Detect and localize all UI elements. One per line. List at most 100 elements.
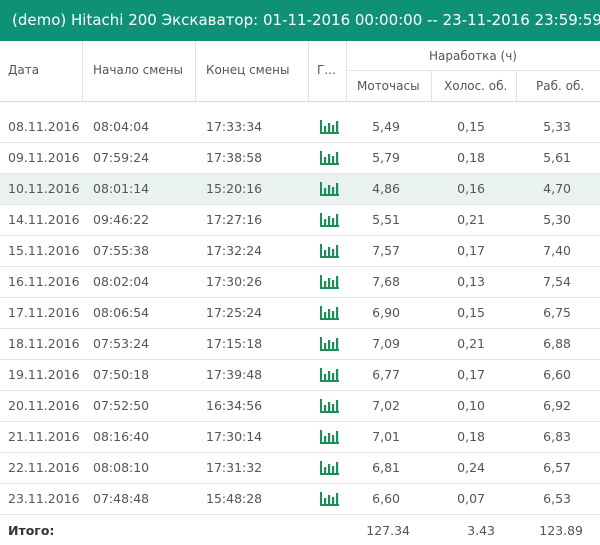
- cell-work: 7,54: [543, 274, 571, 289]
- column-divider: [308, 41, 309, 101]
- cell-start: 07:59:24: [93, 150, 150, 165]
- cell-end: 17:30:14: [206, 429, 263, 444]
- cell-start: 08:02:04: [93, 274, 150, 289]
- cell-work: 6,57: [543, 460, 571, 475]
- bar-chart-icon[interactable]: [319, 244, 339, 258]
- col-header-idle[interactable]: Холос. об.: [444, 79, 507, 93]
- bar-chart-icon[interactable]: [319, 461, 339, 475]
- cell-start: 07:53:24: [93, 336, 150, 351]
- cell-start: 07:48:48: [93, 491, 150, 506]
- cell-date: 15.11.2016: [8, 243, 80, 258]
- table-row[interactable]: 19.11.2016 07:50:18 17:39:48 6,77 0,17 6…: [0, 360, 600, 391]
- total-work: 123.89: [539, 523, 583, 538]
- table-row[interactable]: 14.11.2016 09:46:22 17:27:16 5,51 0,21 5…: [0, 205, 600, 236]
- total-row: Итого: 127.34 3.43 123.89: [0, 516, 600, 545]
- cell-date: 20.11.2016: [8, 398, 80, 413]
- cell-date: 17.11.2016: [8, 305, 80, 320]
- table-row[interactable]: 15.11.2016 07:55:38 17:32:24 7,57 0,17 7…: [0, 236, 600, 267]
- cell-moto: 7,02: [372, 398, 400, 413]
- bar-chart-icon[interactable]: [319, 399, 339, 413]
- cell-start: 07:55:38: [93, 243, 150, 258]
- cell-date: 22.11.2016: [8, 460, 80, 475]
- col-header-start[interactable]: Начало смены: [93, 63, 183, 77]
- cell-date: 09.11.2016: [8, 150, 80, 165]
- col-group-header-operating-hours: Наработка (ч): [429, 49, 517, 63]
- bar-chart-icon[interactable]: [319, 492, 339, 506]
- bar-chart-icon[interactable]: [319, 120, 339, 134]
- col-header-work[interactable]: Раб. об.: [536, 79, 584, 93]
- bar-chart-icon[interactable]: [319, 430, 339, 444]
- col-header-date[interactable]: Дата: [8, 63, 39, 77]
- cell-idle: 0,15: [457, 305, 485, 320]
- cell-start: 08:16:40: [93, 429, 150, 444]
- table-body: 08.11.2016 08:04:04 17:33:34 5,49 0,15 5…: [0, 112, 600, 515]
- cell-end: 17:39:48: [206, 367, 263, 382]
- cell-end: 15:20:16: [206, 181, 263, 196]
- bar-chart-icon[interactable]: [319, 306, 339, 320]
- table-row[interactable]: 09.11.2016 07:59:24 17:38:58 5,79 0,18 5…: [0, 143, 600, 174]
- cell-start: 07:50:18: [93, 367, 150, 382]
- table-row[interactable]: 18.11.2016 07:53:24 17:15:18 7,09 0,21 6…: [0, 329, 600, 360]
- cell-moto: 4,86: [372, 181, 400, 196]
- cell-moto: 6,81: [372, 460, 400, 475]
- col-header-end[interactable]: Конец смены: [206, 63, 289, 77]
- cell-date: 16.11.2016: [8, 274, 80, 289]
- column-divider: [82, 41, 83, 101]
- cell-date: 10.11.2016: [8, 181, 80, 196]
- cell-date: 21.11.2016: [8, 429, 80, 444]
- cell-end: 16:34:56: [206, 398, 263, 413]
- cell-work: 6,83: [543, 429, 571, 444]
- cell-end: 17:15:18: [206, 336, 263, 351]
- bar-chart-icon[interactable]: [319, 368, 339, 382]
- cell-work: 5,33: [543, 119, 571, 134]
- cell-start: 08:01:14: [93, 181, 150, 196]
- cell-work: 6,88: [543, 336, 571, 351]
- cell-end: 17:30:26: [206, 274, 263, 289]
- column-divider: [431, 71, 432, 101]
- table-row[interactable]: 22.11.2016 08:08:10 17:31:32 6,81 0,24 6…: [0, 453, 600, 484]
- bar-chart-icon[interactable]: [319, 337, 339, 351]
- table-row[interactable]: 23.11.2016 07:48:48 15:48:28 6,60 0,07 6…: [0, 484, 600, 515]
- total-idle: 3.43: [467, 523, 495, 538]
- table-row[interactable]: 10.11.2016 08:01:14 15:20:16 4,86 0,16 4…: [0, 174, 600, 205]
- table-row[interactable]: 17.11.2016 08:06:54 17:25:24 6,90 0,15 6…: [0, 298, 600, 329]
- cell-start: 08:06:54: [93, 305, 150, 320]
- cell-idle: 0,21: [457, 212, 485, 227]
- cell-idle: 0,18: [457, 429, 485, 444]
- cell-end: 17:27:16: [206, 212, 263, 227]
- cell-date: 08.11.2016: [8, 119, 80, 134]
- cell-idle: 0,17: [457, 367, 485, 382]
- cell-moto: 5,49: [372, 119, 400, 134]
- cell-work: 4,70: [543, 181, 571, 196]
- table-row[interactable]: 08.11.2016 08:04:04 17:33:34 5,49 0,15 5…: [0, 112, 600, 143]
- cell-idle: 0,18: [457, 150, 485, 165]
- cell-work: 5,30: [543, 212, 571, 227]
- cell-end: 17:31:32: [206, 460, 263, 475]
- cell-idle: 0,24: [457, 460, 485, 475]
- table-header: Дата Начало смены Конец смены Г... Нараб…: [0, 41, 600, 102]
- cell-work: 5,61: [543, 150, 571, 165]
- cell-idle: 0,07: [457, 491, 485, 506]
- table-row[interactable]: 20.11.2016 07:52:50 16:34:56 7,02 0,10 6…: [0, 391, 600, 422]
- cell-work: 6,75: [543, 305, 571, 320]
- table-row[interactable]: 16.11.2016 08:02:04 17:30:26 7,68 0,13 7…: [0, 267, 600, 298]
- cell-date: 14.11.2016: [8, 212, 80, 227]
- col-header-chart[interactable]: Г...: [317, 63, 336, 77]
- col-header-moto[interactable]: Моточасы: [357, 79, 420, 93]
- table-row[interactable]: 21.11.2016 08:16:40 17:30:14 7,01 0,18 6…: [0, 422, 600, 453]
- bar-chart-icon[interactable]: [319, 151, 339, 165]
- bar-chart-icon[interactable]: [319, 213, 339, 227]
- bar-chart-icon[interactable]: [319, 275, 339, 289]
- cell-date: 18.11.2016: [8, 336, 80, 351]
- column-divider: [516, 71, 517, 101]
- cell-idle: 0,17: [457, 243, 485, 258]
- bar-chart-icon[interactable]: [319, 182, 339, 196]
- cell-idle: 0,15: [457, 119, 485, 134]
- cell-work: 6,53: [543, 491, 571, 506]
- total-moto: 127.34: [366, 523, 410, 538]
- cell-date: 23.11.2016: [8, 491, 80, 506]
- cell-moto: 7,68: [372, 274, 400, 289]
- cell-moto: 5,51: [372, 212, 400, 227]
- cell-work: 6,92: [543, 398, 571, 413]
- window-title: (demo) Hitachi 200 Экскаватор: 01-11-201…: [0, 0, 600, 41]
